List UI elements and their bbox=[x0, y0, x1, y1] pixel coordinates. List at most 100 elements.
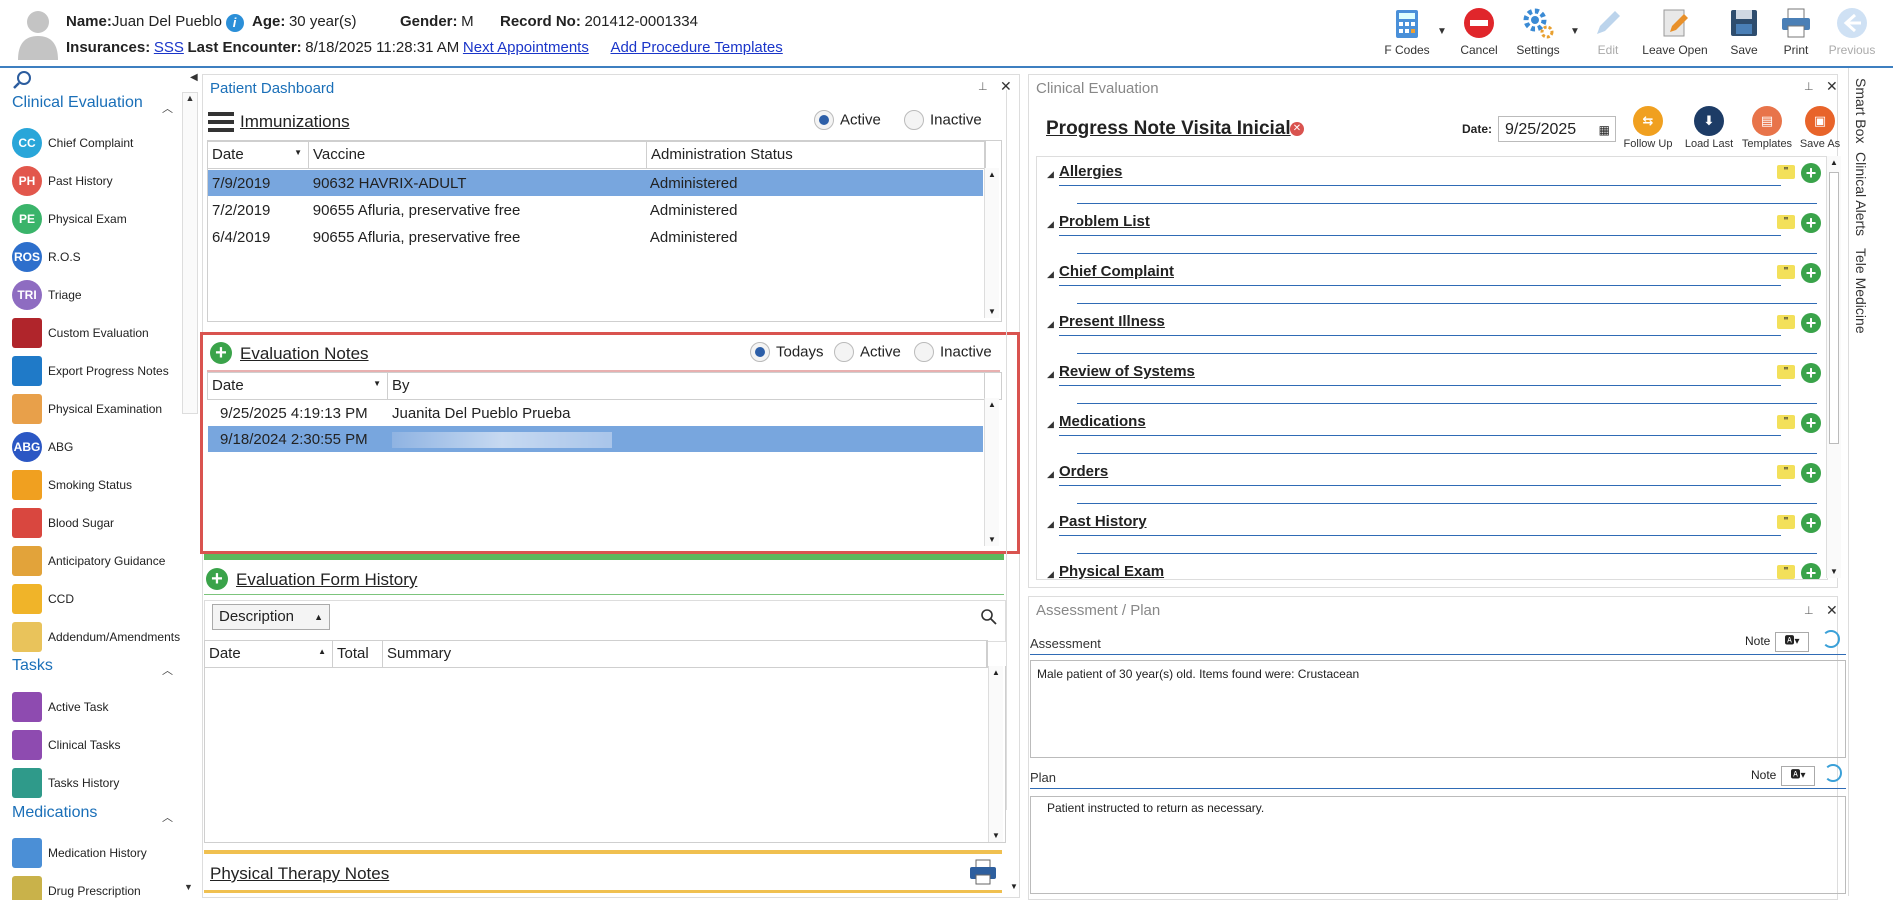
notes-active-radio[interactable]: Active bbox=[834, 342, 901, 362]
quote-icon[interactable]: " bbox=[1777, 215, 1795, 229]
immunizations-title[interactable]: Immunizations bbox=[240, 112, 350, 132]
plus-icon[interactable]: + bbox=[1801, 363, 1821, 383]
section-title[interactable]: Present Illness bbox=[1059, 313, 1165, 330]
evaluation-section[interactable]: ◢ Problem List " + bbox=[1037, 211, 1827, 255]
sidebar-item[interactable]: Physical Examination bbox=[12, 392, 192, 426]
scroll-thumb[interactable] bbox=[1829, 172, 1839, 444]
templates-button[interactable]: ▤ Templates bbox=[1740, 106, 1794, 150]
plus-icon[interactable]: + bbox=[1801, 263, 1821, 283]
date-field[interactable]: 9/25/2025 ▦ bbox=[1498, 116, 1616, 142]
section-title[interactable]: Past History bbox=[1059, 513, 1147, 530]
search-icon[interactable] bbox=[12, 70, 32, 93]
close-icon[interactable]: ✕ bbox=[1826, 78, 1838, 95]
form-history-scrollbar[interactable]: ▲ ▼ bbox=[988, 666, 1003, 842]
plan-textarea[interactable]: Patient instructed to return as necessar… bbox=[1030, 796, 1846, 894]
table-row-selected[interactable]: 7/9/2019 90632 HAVRIX-ADULT Administered bbox=[208, 170, 983, 196]
sidebar-item[interactable]: CC Chief Complaint bbox=[12, 126, 192, 160]
table-row-selected[interactable]: 9/18/2024 2:30:55 PM bbox=[208, 426, 983, 452]
chevron-up-icon[interactable]: ︿ bbox=[162, 809, 173, 825]
printer-icon[interactable] bbox=[968, 858, 998, 889]
sidebar-item[interactable]: ABG ABG bbox=[12, 430, 192, 464]
refresh-icon[interactable] bbox=[1824, 764, 1842, 782]
previous-button[interactable]: Previous bbox=[1826, 6, 1878, 57]
evaluation-section[interactable]: ◢ Physical Exam " + bbox=[1037, 561, 1827, 579]
description-dropdown[interactable]: Description ▲ bbox=[212, 604, 330, 630]
quote-icon[interactable]: " bbox=[1777, 165, 1795, 179]
calendar-icon[interactable]: ▦ bbox=[1599, 117, 1610, 143]
add-form-history-button[interactable]: + bbox=[206, 568, 228, 590]
menu-icon[interactable] bbox=[208, 110, 234, 137]
section-title[interactable]: Medications bbox=[1059, 413, 1146, 430]
sidebar-item[interactable]: TRI Triage bbox=[12, 278, 192, 312]
assessment-note-dropdown[interactable]: 🅰▾ bbox=[1775, 632, 1809, 652]
evaluation-section[interactable]: ◢ Past History " + bbox=[1037, 511, 1827, 555]
section-title[interactable]: Physical Exam bbox=[1059, 563, 1164, 579]
table-row[interactable]: 9/25/2025 4:19:13 PM Juanita Del Pueblo … bbox=[208, 400, 983, 426]
physical-therapy-notes-title[interactable]: Physical Therapy Notes bbox=[210, 864, 389, 884]
scroll-down-icon[interactable]: ▼ bbox=[184, 882, 193, 892]
plus-icon[interactable]: + bbox=[1801, 213, 1821, 233]
sidebar-item[interactable]: PH Past History bbox=[12, 164, 192, 198]
tab-tele-medicine[interactable]: Tele Medicine bbox=[1853, 248, 1869, 334]
next-appointments-link[interactable]: Next Appointments bbox=[463, 39, 589, 56]
evaluation-section[interactable]: ◢ Medications " + bbox=[1037, 411, 1827, 455]
fcodes-button[interactable]: F Codes bbox=[1380, 6, 1434, 57]
evaluation-scrollbar[interactable]: ▲ ▼ bbox=[1826, 156, 1841, 578]
expand-triangle-icon[interactable]: ◢ bbox=[1047, 219, 1054, 230]
load-last-button[interactable]: ⬇ Load Last bbox=[1684, 106, 1734, 150]
add-procedure-templates-link[interactable]: Add Procedure Templates bbox=[610, 39, 782, 56]
notes-inactive-radio[interactable]: Inactive bbox=[914, 342, 992, 362]
remove-note-icon[interactable]: ✕ bbox=[1290, 122, 1304, 136]
column-date[interactable]: Date ▼ bbox=[208, 142, 309, 168]
collapse-sidebar-icon[interactable]: ◀ bbox=[190, 72, 198, 83]
evaluation-section[interactable]: ◢ Review of Systems " + bbox=[1037, 361, 1827, 405]
sidebar-item[interactable]: PE Physical Exam bbox=[12, 202, 192, 236]
sidebar-item[interactable]: Addendum/Amendments bbox=[12, 620, 192, 654]
evaluation-section[interactable]: ◢ Orders " + bbox=[1037, 461, 1827, 505]
sidebar-item[interactable]: Export Progress Notes bbox=[12, 354, 192, 388]
table-row[interactable]: 6/4/2019 90655 Afluria, preservative free… bbox=[208, 224, 983, 250]
print-button[interactable]: Print bbox=[1778, 6, 1814, 57]
expand-triangle-icon[interactable]: ◢ bbox=[1047, 319, 1054, 330]
expand-triangle-icon[interactable]: ◢ bbox=[1047, 569, 1054, 579]
edit-button[interactable]: Edit bbox=[1590, 6, 1626, 57]
settings-dropdown-icon[interactable]: ▼ bbox=[1570, 26, 1580, 37]
sidebar-item[interactable]: CCD bbox=[12, 582, 192, 616]
pin-icon[interactable]: ⊥ bbox=[1804, 80, 1814, 93]
table-row[interactable]: 7/2/2019 90655 Afluria, preservative free… bbox=[208, 197, 983, 223]
save-button[interactable]: Save bbox=[1726, 6, 1762, 57]
follow-up-button[interactable]: ⇆ Follow Up bbox=[1622, 106, 1674, 150]
search-icon[interactable] bbox=[980, 608, 998, 629]
add-evaluation-note-button[interactable]: + bbox=[210, 342, 232, 364]
quote-icon[interactable]: " bbox=[1777, 465, 1795, 479]
leave-open-button[interactable]: Leave Open bbox=[1640, 6, 1710, 57]
pin-icon[interactable]: ⊥ bbox=[1804, 604, 1814, 617]
info-icon[interactable]: i bbox=[225, 13, 244, 32]
expand-triangle-icon[interactable]: ◢ bbox=[1047, 519, 1054, 530]
column-vaccine[interactable]: Vaccine bbox=[309, 142, 647, 168]
plus-icon[interactable]: + bbox=[1801, 313, 1821, 333]
expand-triangle-icon[interactable]: ◢ bbox=[1047, 419, 1054, 430]
cancel-button[interactable]: Cancel bbox=[1456, 6, 1502, 57]
quote-icon[interactable]: " bbox=[1777, 415, 1795, 429]
quote-icon[interactable]: " bbox=[1777, 315, 1795, 329]
sidebar-item[interactable]: Custom Evaluation bbox=[12, 316, 192, 350]
sidebar-item[interactable]: Drug Prescription bbox=[12, 874, 192, 900]
refresh-icon[interactable] bbox=[1822, 630, 1840, 648]
sidebar-item[interactable]: ROS R.O.S bbox=[12, 240, 192, 274]
quote-icon[interactable]: " bbox=[1777, 565, 1795, 579]
assessment-textarea[interactable]: Male patient of 30 year(s) old. Items fo… bbox=[1030, 660, 1846, 758]
plus-icon[interactable]: + bbox=[1801, 463, 1821, 483]
section-title[interactable]: Orders bbox=[1059, 463, 1108, 480]
column-date[interactable]: Date ▲ bbox=[205, 641, 333, 667]
close-icon[interactable]: ✕ bbox=[1826, 602, 1838, 619]
dashboard-scrollbar[interactable] bbox=[1006, 90, 1021, 810]
quote-icon[interactable]: " bbox=[1777, 365, 1795, 379]
column-date[interactable]: Date ▼ bbox=[208, 373, 388, 399]
sidebar-item[interactable]: Medication History bbox=[12, 836, 192, 870]
sidebar-item[interactable]: Active Task bbox=[12, 690, 192, 724]
plus-icon[interactable]: + bbox=[1801, 513, 1821, 533]
section-title[interactable]: Chief Complaint bbox=[1059, 263, 1174, 280]
plus-icon[interactable]: + bbox=[1801, 563, 1821, 579]
plan-note-dropdown[interactable]: 🅰▾ bbox=[1781, 766, 1815, 786]
